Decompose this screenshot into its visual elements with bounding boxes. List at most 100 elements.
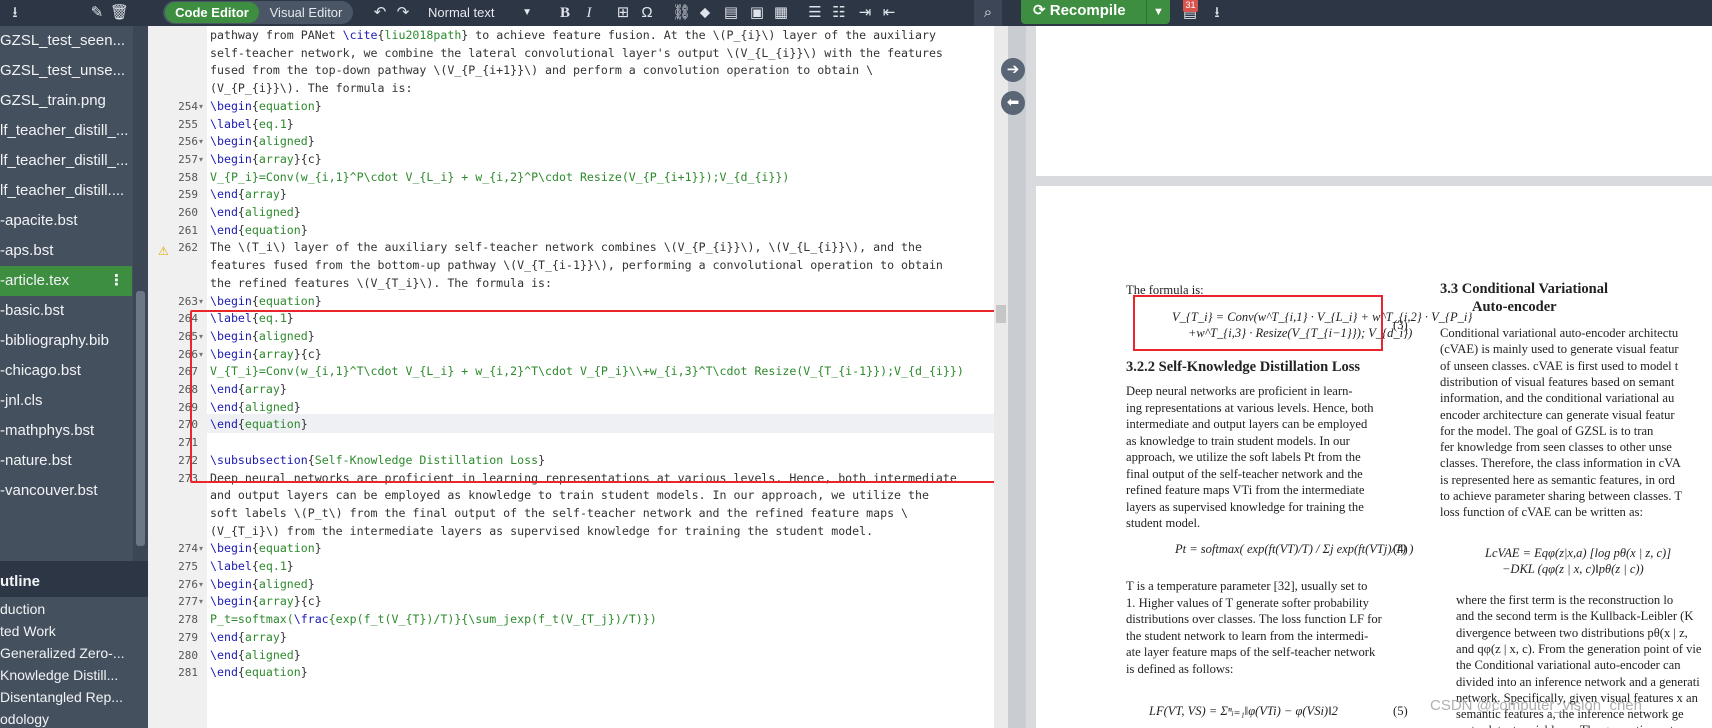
file-item[interactable]: lf_teacher_distill_... <box>0 146 132 176</box>
sync-to-pdf-icon[interactable]: ➔ <box>1001 58 1025 82</box>
outline-header[interactable]: utline <box>0 567 148 597</box>
code-line[interactable]: \end{array} <box>210 185 287 204</box>
code-line[interactable]: \begin{aligned} <box>210 575 315 594</box>
code-line[interactable]: \begin{array}{c} <box>210 592 322 611</box>
file-item[interactable]: GZSL_train.png <box>0 86 132 116</box>
fold-toggle-icon[interactable]: ▾ <box>199 97 203 116</box>
bold-icon[interactable]: B <box>556 2 574 24</box>
outdent-icon[interactable]: ⇤ <box>880 2 898 24</box>
text-style-select[interactable]: Normal text ▼ <box>424 3 536 23</box>
code-line[interactable]: \begin{equation} <box>210 292 322 311</box>
code-line[interactable]: soft labels \(P_t\) from the final outpu… <box>210 504 908 523</box>
editor-scroll-thumb[interactable] <box>996 305 1006 323</box>
file-item[interactable]: -mathphys.bst <box>0 416 132 446</box>
code-line[interactable]: The \(T_i\) layer of the auxiliary self-… <box>210 238 922 257</box>
code-line[interactable]: P_t=softmax(\frac{exp(f_t(V_{T})/T)}{\su… <box>210 610 657 629</box>
pane-splitter[interactable] <box>1008 26 1026 728</box>
fold-toggle-icon[interactable]: ▾ <box>199 150 203 169</box>
file-item[interactable]: -article.tex ⋮ <box>0 266 132 296</box>
recompile-dropdown-icon[interactable]: ▼ <box>1146 0 1170 24</box>
code-line[interactable]: \end{equation} <box>210 663 308 682</box>
file-item[interactable]: GZSL_test_unse... <box>0 56 132 86</box>
outline-item[interactable]: Knowledge Distill... <box>0 663 132 687</box>
code-line[interactable]: \end{aligned} <box>210 203 301 222</box>
code-line[interactable]: fused from the top-down pathway \(V_{P_{… <box>210 61 873 80</box>
warning-icon[interactable]: ⚠ <box>158 244 169 258</box>
code-line[interactable]: self-teacher network, we combine the lat… <box>210 44 943 63</box>
redo-icon[interactable]: ↷ <box>393 2 413 24</box>
file-menu-icon[interactable]: ⋮ <box>109 266 124 296</box>
outline-item[interactable]: Generalized Zero-... <box>0 641 132 665</box>
file-item[interactable]: -basic.bst <box>0 296 132 326</box>
code-line[interactable]: \begin{equation} <box>210 539 322 558</box>
table-icon[interactable]: ▦ <box>772 2 790 24</box>
file-item[interactable]: lf_teacher_distill_... <box>0 116 132 146</box>
omega-icon[interactable]: Ω <box>638 2 656 24</box>
recompile-button[interactable]: ⟳ Recompile ▼ <box>1021 0 1170 24</box>
line-number: 281 <box>178 666 198 680</box>
trash-icon[interactable]: 🗑 <box>110 2 129 24</box>
code-line[interactable]: (V_{P_{i}}\). The formula is: <box>210 79 412 98</box>
file-item[interactable]: lf_teacher_distill.... <box>0 176 132 206</box>
file-item[interactable]: -nature.bst <box>0 446 132 476</box>
tag-icon[interactable]: ⬥ <box>696 2 714 24</box>
pencil-icon[interactable]: ✎ <box>88 2 106 24</box>
link-icon[interactable]: ⛓ <box>672 2 691 24</box>
file-item[interactable]: -chicago.bst <box>0 356 132 386</box>
bullet-list-icon[interactable]: ☰ <box>806 2 824 24</box>
file-item[interactable]: GZSL_test_seen... <box>0 26 132 56</box>
file-tree-scroll-thumb[interactable] <box>136 291 145 546</box>
code-line[interactable]: features fused from the bottom-up pathwa… <box>210 256 943 275</box>
outline-item[interactable]: odology <box>0 707 132 728</box>
code-line[interactable]: and output layers can be employed as kno… <box>210 486 929 505</box>
fold-toggle-icon[interactable]: ▾ <box>199 592 203 611</box>
reference-icon[interactable]: ▤ <box>722 2 740 24</box>
upload-icon[interactable]: ⭳ <box>5 2 25 24</box>
file-tree-scrollbar[interactable] <box>133 26 148 561</box>
code-line[interactable]: \end{array} <box>210 628 287 647</box>
fold-toggle-icon[interactable]: ▾ <box>199 292 203 311</box>
code-line[interactable]: \label{eq.1} <box>210 557 294 576</box>
file-item[interactable]: -vancouver.bst <box>0 476 132 506</box>
file-item[interactable]: -aps.bst <box>0 236 132 266</box>
search-icon[interactable]: ⌕ <box>974 0 1002 26</box>
visual-editor-button[interactable]: Visual Editor <box>261 2 351 23</box>
undo-icon[interactable]: ↶ <box>370 2 390 24</box>
outline-item[interactable]: ted Work <box>0 619 132 643</box>
pdf-text-line: and qφ(z | x, c). From the generation po… <box>1456 641 1702 656</box>
sync-to-code-icon[interactable]: ⬅ <box>1001 91 1025 115</box>
code-line[interactable]: \begin{array}{c} <box>210 150 322 169</box>
pdf-text-line: T is a temperature parameter [32], usual… <box>1126 579 1368 593</box>
outline-panel: duction ted Work Generalized Zero-... Knowl… <box>0 597 148 728</box>
file-item[interactable]: -apacite.bst <box>0 206 132 236</box>
pdf-eq4: Pt = softmax( exp(ft(VT)/T) / Σj exp(ft(… <box>1175 542 1414 556</box>
indent-icon[interactable]: ⇥ <box>856 2 874 24</box>
fold-toggle-icon[interactable]: ▾ <box>199 132 203 151</box>
code-line[interactable]: \begin{equation} <box>210 97 322 116</box>
pdf-eq-cvae-2: −DKL (qφ(z | x, c)‖pθ(z | c)) <box>1502 562 1644 576</box>
code-line[interactable]: \begin{aligned} <box>210 132 315 151</box>
numbered-list-icon[interactable]: ☷ <box>830 2 848 24</box>
fold-toggle-icon[interactable]: ▾ <box>199 539 203 558</box>
fold-toggle-icon[interactable]: ▾ <box>199 575 203 594</box>
code-line[interactable]: (V_{T_i}\) from the intermediate layers … <box>210 522 873 541</box>
section-icon[interactable]: ⊞ <box>614 2 632 24</box>
file-item[interactable]: -bibliography.bib <box>0 326 132 356</box>
outline-item[interactable]: Disentangled Rep... <box>0 685 132 709</box>
italic-icon[interactable]: I <box>580 2 598 24</box>
line-number: 261 <box>178 223 198 237</box>
editor-scrollbar[interactable] <box>994 26 1008 728</box>
code-line[interactable]: \end{equation} <box>210 221 308 240</box>
outline-item[interactable]: duction <box>0 597 132 621</box>
code-line[interactable]: \label{eq.1} <box>210 115 294 134</box>
code-line[interactable]: \end{aligned} <box>210 646 301 665</box>
editor-mode-toggle[interactable]: Code Editor Visual Editor <box>163 1 353 24</box>
code-line[interactable]: pathway from PANet \cite{liu2018path} to… <box>210 26 936 45</box>
code-line[interactable]: V_{P_i}=Conv(w_{i,1}^P\cdot V_{L_i} + w_… <box>210 168 789 187</box>
pdf-text-line: of unseen classes. cVAE is first used to… <box>1440 358 1679 373</box>
download-icon[interactable]: ⭳ <box>1207 2 1227 24</box>
image-icon[interactable]: ▣ <box>748 2 766 24</box>
code-editor-button[interactable]: Code Editor <box>165 2 259 23</box>
file-item[interactable]: -jnl.cls <box>0 386 132 416</box>
code-line[interactable]: the refined features \(V_{T_i}\). The fo… <box>210 274 552 293</box>
